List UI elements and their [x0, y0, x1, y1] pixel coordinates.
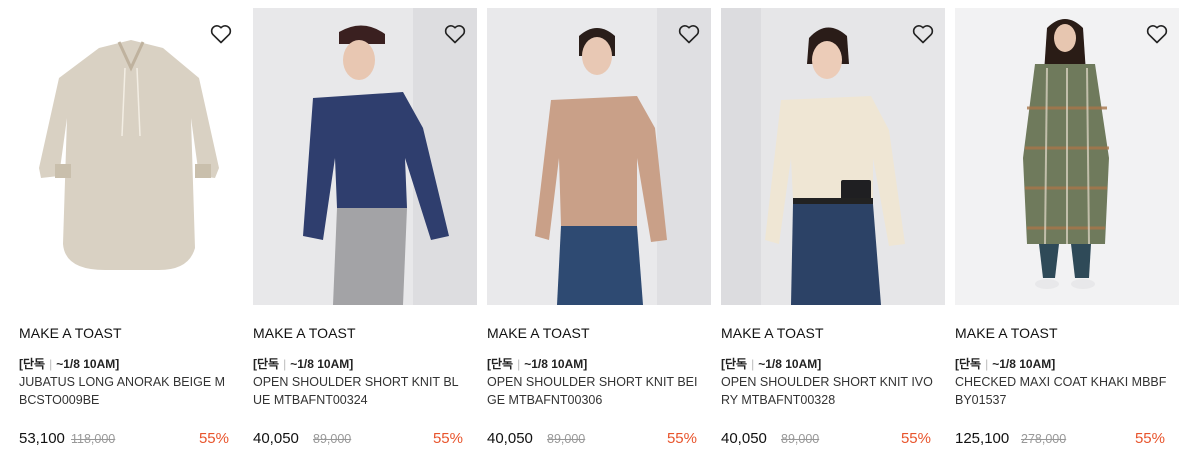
promo-tag-main: [단독	[253, 357, 280, 371]
promo-tag-main: [단독	[721, 357, 748, 371]
tag-divider: |	[751, 357, 755, 371]
tag-divider: |	[985, 357, 989, 371]
discount-rate: 55%	[1134, 430, 1165, 447]
sale-price: 40,050	[487, 430, 533, 447]
product-image[interactable]	[487, 8, 711, 305]
original-price: 118,000	[71, 432, 116, 446]
product-image[interactable]	[955, 8, 1179, 305]
tag-divider: |	[517, 357, 521, 371]
sale-price: 40,050	[253, 430, 299, 447]
promo-tag-sub: ~1/8 10AM]	[290, 357, 354, 371]
product-card[interactable]: MAKE A TOAST [단독 | ~1/8 10AM] CHECKED MAXI…	[955, 8, 1179, 448]
original-price: 89,000	[313, 432, 352, 446]
promo-tag: [단독 | ~1/8 10AM]	[955, 355, 1055, 372]
price-row: 125,100 278,000 55%	[955, 430, 1165, 450]
tag-divider: |	[49, 357, 53, 371]
original-price: 278,000	[1021, 432, 1067, 446]
product-name[interactable]: CHECKED MAXI COAT KHAKI MBBFBY01537	[955, 373, 1169, 409]
tag-divider: |	[283, 357, 287, 371]
price-row: 40,050 89,000 55%	[721, 430, 931, 450]
discount-rate: 55%	[198, 430, 229, 447]
product-image[interactable]	[721, 8, 945, 305]
brand-name[interactable]: MAKE A TOAST	[19, 325, 122, 341]
heart-outline-icon[interactable]	[677, 22, 701, 46]
product-image[interactable]	[253, 8, 477, 305]
promo-tag-sub: ~1/8 10AM]	[758, 357, 822, 371]
promo-tag-main: [단독	[487, 357, 514, 371]
product-card[interactable]: MAKE A TOAST [단독 | ~1/8 10AM] OPEN SHOULDE…	[253, 8, 477, 448]
price-row: 40,050 89,000 55%	[253, 430, 463, 450]
heart-outline-icon[interactable]	[443, 22, 467, 46]
discount-rate: 55%	[432, 430, 463, 447]
product-grid: MAKE A TOAST [단독 | ~1/8 10AM] JUBATUS LONG…	[19, 8, 1179, 448]
discount-rate: 55%	[900, 430, 931, 447]
promo-tag: [단독 | ~1/8 10AM]	[253, 355, 353, 372]
price-row: 53,100 118,000 55%	[19, 430, 229, 450]
original-price: 89,000	[781, 432, 820, 446]
product-card[interactable]: MAKE A TOAST [단독 | ~1/8 10AM] JUBATUS LONG…	[19, 8, 243, 448]
product-name[interactable]: OPEN SHOULDER SHORT KNIT BLUE MTBAFNT003…	[253, 373, 467, 409]
promo-tag-sub: ~1/8 10AM]	[524, 357, 588, 371]
brand-name[interactable]: MAKE A TOAST	[253, 325, 356, 341]
heart-outline-icon[interactable]	[209, 22, 233, 46]
sale-price: 53,100	[19, 430, 65, 447]
product-name[interactable]: OPEN SHOULDER SHORT KNIT BEIGE MTBAFNT00…	[487, 373, 701, 409]
promo-tag: [단독 | ~1/8 10AM]	[19, 355, 119, 372]
sale-price: 125,100	[955, 430, 1010, 447]
brand-name[interactable]: MAKE A TOAST	[487, 325, 590, 341]
promo-tag-sub: ~1/8 10AM]	[992, 357, 1056, 371]
original-price: 89,000	[547, 432, 586, 446]
discount-rate: 55%	[666, 430, 697, 447]
product-image[interactable]	[19, 8, 243, 305]
promo-tag-sub: ~1/8 10AM]	[56, 357, 120, 371]
product-card[interactable]: MAKE A TOAST [단독 | ~1/8 10AM] OPEN SHOULDE…	[487, 8, 711, 448]
heart-outline-icon[interactable]	[911, 22, 935, 46]
brand-name[interactable]: MAKE A TOAST	[721, 325, 824, 341]
product-card[interactable]: MAKE A TOAST [단독 | ~1/8 10AM] OPEN SHOULDE…	[721, 8, 945, 448]
price-row: 40,050 89,000 55%	[487, 430, 697, 450]
brand-name[interactable]: MAKE A TOAST	[955, 325, 1058, 341]
promo-tag-main: [단독	[955, 357, 982, 371]
promo-tag-main: [단독	[19, 357, 46, 371]
product-name[interactable]: JUBATUS LONG ANORAK BEIGE MBCSTO009BE	[19, 373, 233, 409]
product-name[interactable]: OPEN SHOULDER SHORT KNIT IVORY MTBAFNT00…	[721, 373, 935, 409]
promo-tag: [단독 | ~1/8 10AM]	[721, 355, 821, 372]
heart-outline-icon[interactable]	[1145, 22, 1169, 46]
promo-tag: [단독 | ~1/8 10AM]	[487, 355, 587, 372]
sale-price: 40,050	[721, 430, 767, 447]
